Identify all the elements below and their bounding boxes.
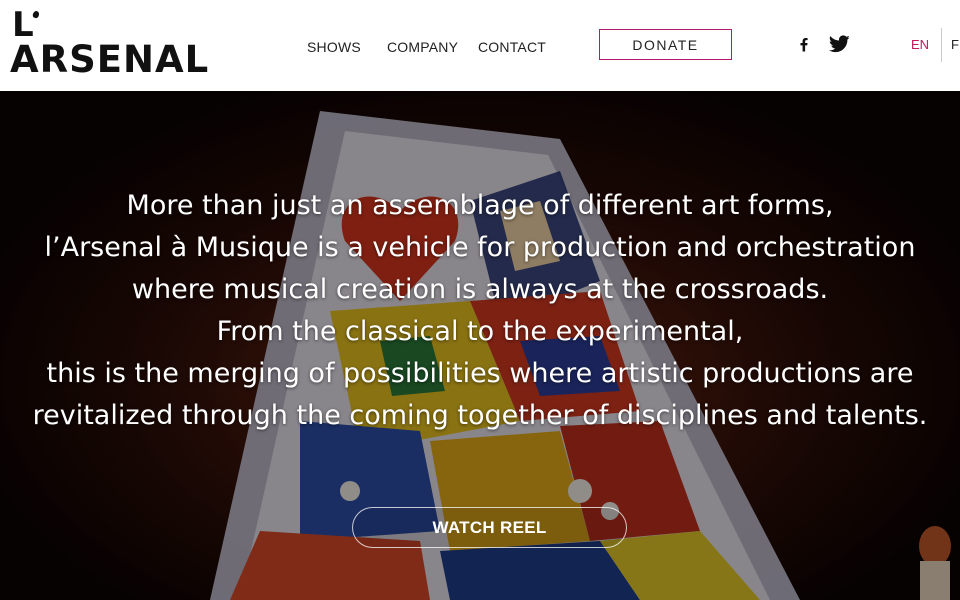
hero-line: From the classical to the experimental, [216,316,744,347]
hero-line: More than just an assemblage of differen… [126,190,834,221]
donate-button[interactable]: DONATE [599,29,732,60]
hero-line: l’Arsenal à Musique is a vehicle for pro… [44,232,916,263]
logo-apostrophe [31,10,41,19]
hero-section: More than just an assemblage of differen… [0,91,960,600]
hero-line: this is the merging of possibilities whe… [46,358,914,389]
logo-wordmark: ARSENAL [10,38,210,81]
facebook-icon[interactable] [795,35,813,53]
site-header: L ARSENAL SHOWS COMPANY CONTACT DONATE E… [0,0,960,91]
site-logo[interactable]: L ARSENAL [10,5,208,82]
nav-item-contact[interactable]: CONTACT [478,39,546,55]
language-fr[interactable]: FR [951,37,960,52]
nav-item-shows[interactable]: SHOWS [307,39,361,55]
logo-letter-l: L [12,5,34,45]
nav-item-company[interactable]: COMPANY [387,39,458,55]
twitter-icon[interactable] [829,35,850,53]
language-en[interactable]: EN [911,37,929,52]
hero-statement: More than just an assemblage of differen… [0,185,960,437]
language-divider [941,28,942,62]
watch-reel-button[interactable]: WATCH REEL [352,507,627,548]
hero-line: revitalized through the coming together … [32,400,928,431]
hero-line: where musical creation is always at the … [131,274,829,305]
